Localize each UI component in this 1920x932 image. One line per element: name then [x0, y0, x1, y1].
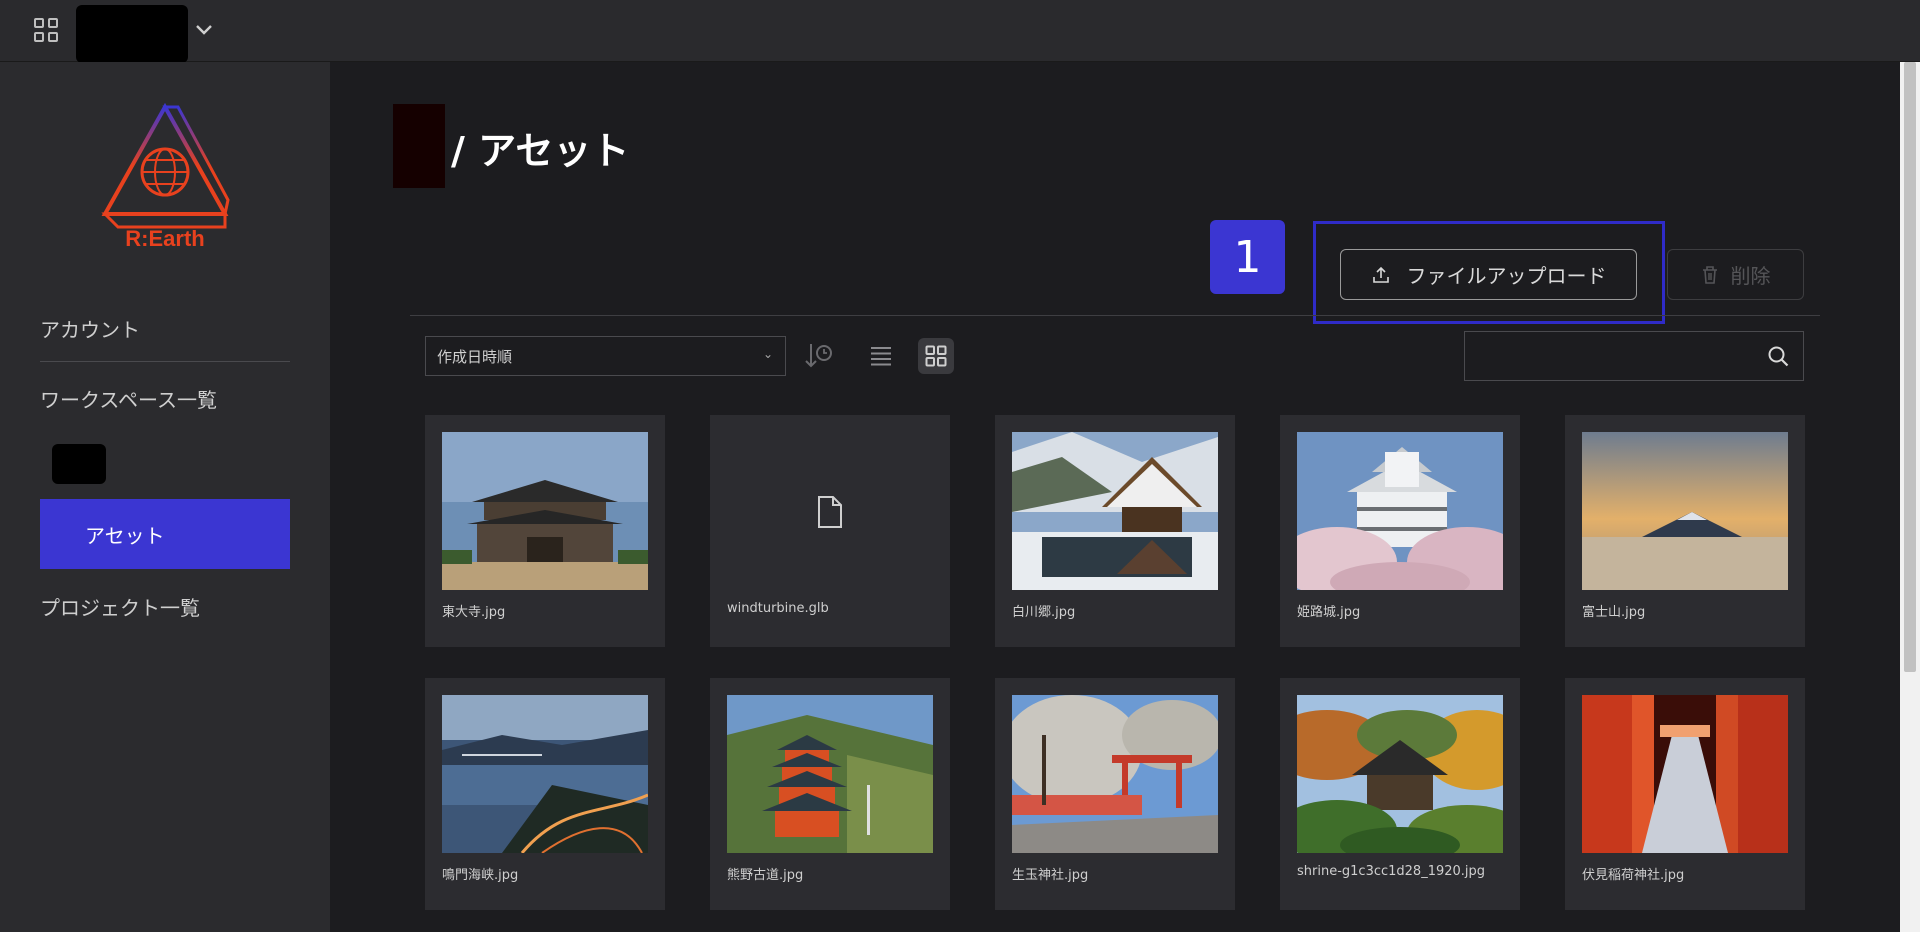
workspace-avatar[interactable] — [52, 444, 106, 484]
asset-thumbnail — [1012, 432, 1218, 590]
step-badge: 1 — [1210, 220, 1285, 294]
asset-thumbnail — [727, 695, 933, 853]
asset-thumbnail — [442, 695, 648, 853]
asset-card[interactable]: 生玉神社.jpg — [995, 678, 1235, 910]
asset-name: 生玉神社.jpg — [1012, 868, 1089, 883]
asset-thumbnail — [1012, 695, 1218, 853]
delete-button-label: 削除 — [1730, 264, 1771, 288]
asset-name: 伏見稲荷神社.jpg — [1582, 868, 1685, 883]
grid-view-button[interactable] — [918, 338, 954, 374]
file-icon — [818, 496, 842, 528]
sidebar-item-account[interactable]: アカウント — [40, 314, 290, 343]
sort-select-value: 作成日時順 — [437, 347, 513, 366]
search-box — [1464, 331, 1804, 381]
sidebar-divider — [40, 361, 290, 362]
asset-thumbnail — [1297, 695, 1503, 853]
page-title: / アセット — [451, 129, 630, 173]
upload-button[interactable]: ファイルアップロード — [1340, 249, 1637, 300]
asset-card[interactable]: 姫路城.jpg — [1280, 415, 1520, 647]
upload-button-label: ファイルアップロード — [1406, 264, 1607, 288]
workspace-switcher[interactable] — [76, 5, 188, 63]
asset-card[interactable]: 鳴門海峡.jpg — [425, 678, 665, 910]
asset-card[interactable]: 白川郷.jpg — [995, 415, 1235, 647]
search-icon[interactable] — [1767, 345, 1789, 367]
asset-card[interactable]: windturbine.glb — [710, 415, 950, 647]
asset-thumbnail — [442, 432, 648, 590]
sidebar-item-projects[interactable]: プロジェクト一覧 — [40, 592, 290, 621]
asset-card[interactable]: 富士山.jpg — [1565, 415, 1805, 647]
trash-icon — [1702, 265, 1717, 284]
logo-text: R:Earth — [125, 226, 204, 251]
asset-name: 富士山.jpg — [1582, 605, 1646, 620]
asset-thumbnail — [1582, 432, 1788, 590]
toolbar-divider — [410, 315, 1820, 316]
asset-thumbnail — [1582, 695, 1788, 853]
workspace-name-redacted — [393, 104, 445, 188]
asset-card[interactable]: 熊野古道.jpg — [710, 678, 950, 910]
chevron-down-icon[interactable] — [194, 22, 214, 38]
main-content: / アセット 1 ファイルアップロード 削除 作成日時順 ⌄ 東大寺.jpg w… — [330, 62, 1900, 932]
sort-select[interactable]: 作成日時順 ⌄ — [425, 336, 786, 376]
sidebar: R:Earth アカウント ワークスペース一覧 アセット プロジェクト一覧 — [0, 62, 330, 932]
grid-icon — [925, 345, 947, 367]
asset-name: 熊野古道.jpg — [727, 868, 804, 883]
chevron-down-icon: ⌄ — [762, 347, 773, 361]
scrollbar[interactable] — [1900, 62, 1920, 932]
asset-card[interactable]: 東大寺.jpg — [425, 415, 665, 647]
sort-order-icon[interactable] — [802, 342, 834, 370]
upload-icon — [1372, 266, 1389, 283]
asset-card[interactable]: 伏見稲荷神社.jpg — [1565, 678, 1805, 910]
delete-button[interactable]: 削除 — [1667, 249, 1804, 300]
asset-thumbnail — [1297, 432, 1503, 590]
asset-name: windturbine.glb — [727, 601, 829, 616]
search-input[interactable] — [1465, 332, 1755, 380]
reearth-logo: R:Earth — [101, 102, 230, 251]
list-view-button[interactable] — [864, 340, 898, 372]
asset-name: 白川郷.jpg — [1012, 605, 1076, 620]
list-icon — [871, 347, 891, 366]
asset-name: shrine-g1c3cc1d28_1920.jpg — [1297, 864, 1486, 879]
grid-icon[interactable] — [33, 17, 59, 43]
asset-name: 東大寺.jpg — [442, 605, 506, 620]
asset-name: 姫路城.jpg — [1297, 605, 1361, 620]
sidebar-item-workspaces[interactable]: ワークスペース一覧 — [40, 384, 290, 413]
asset-card[interactable]: shrine-g1c3cc1d28_1920.jpg — [1280, 678, 1520, 910]
sidebar-item-assets[interactable]: アセット — [40, 499, 290, 569]
asset-name: 鳴門海峡.jpg — [442, 868, 519, 883]
scrollbar-thumb[interactable] — [1904, 62, 1916, 672]
top-bar — [0, 0, 1920, 63]
